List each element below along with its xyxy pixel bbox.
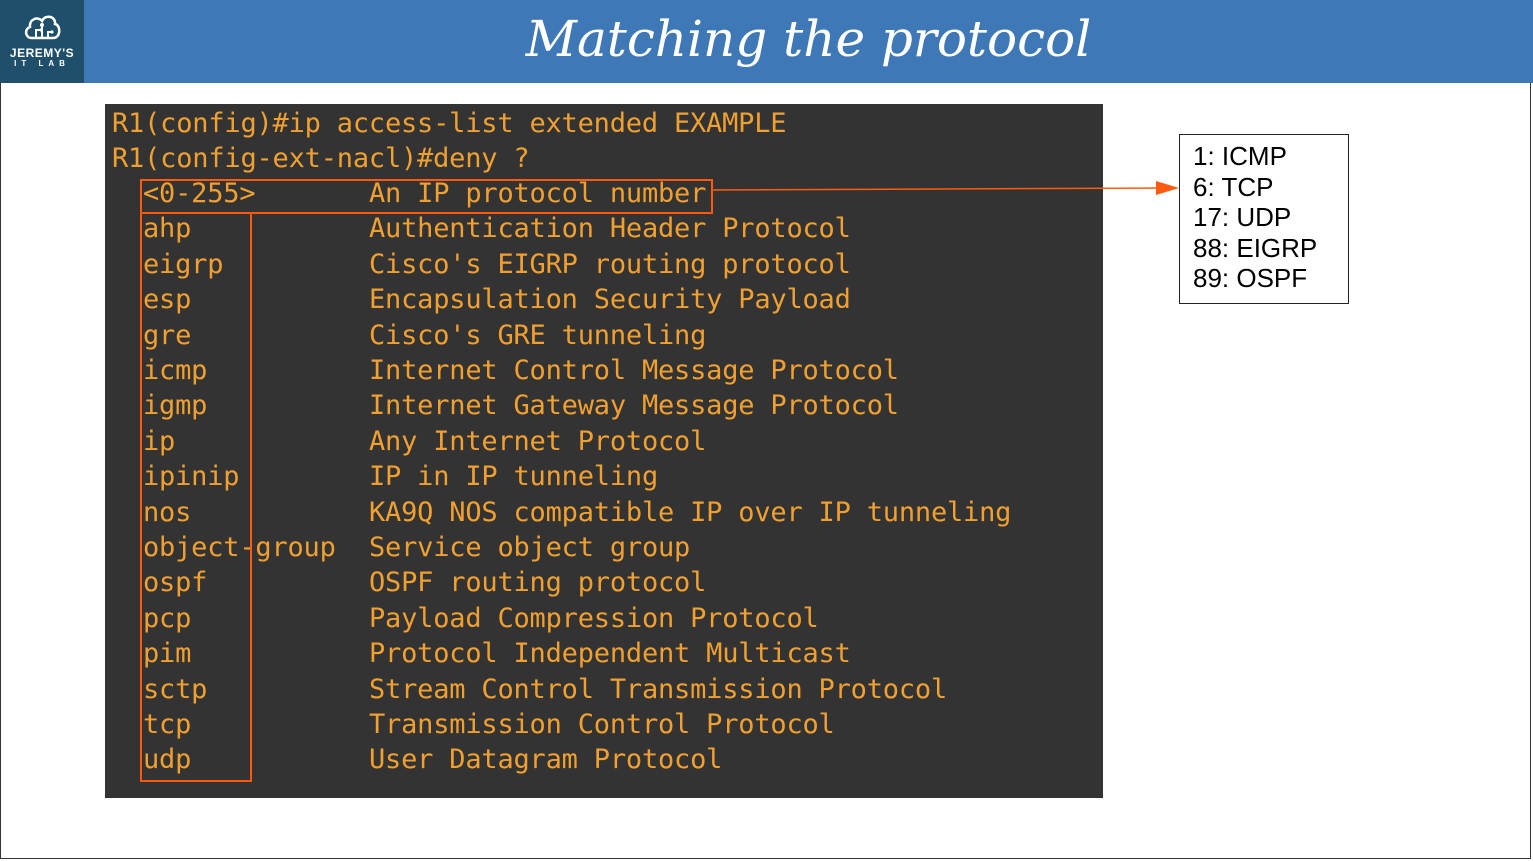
protocol-item: 88: EIGRP (1193, 232, 1318, 263)
arrow-head (1156, 181, 1179, 195)
arrow-line (712, 187, 1159, 191)
protocol-item: 6: TCP (1193, 171, 1274, 202)
callout-arrow (712, 181, 1179, 195)
protocol-item: 17: UDP (1193, 202, 1292, 232)
protocol-item: 1: ICMP (1193, 141, 1287, 171)
protocol-number-list: 1: ICMP 6: TCP 17: UDP 88: EIGRP 89: OSP… (1179, 134, 1349, 304)
protocol-item: 89: OSPF (1193, 263, 1308, 293)
